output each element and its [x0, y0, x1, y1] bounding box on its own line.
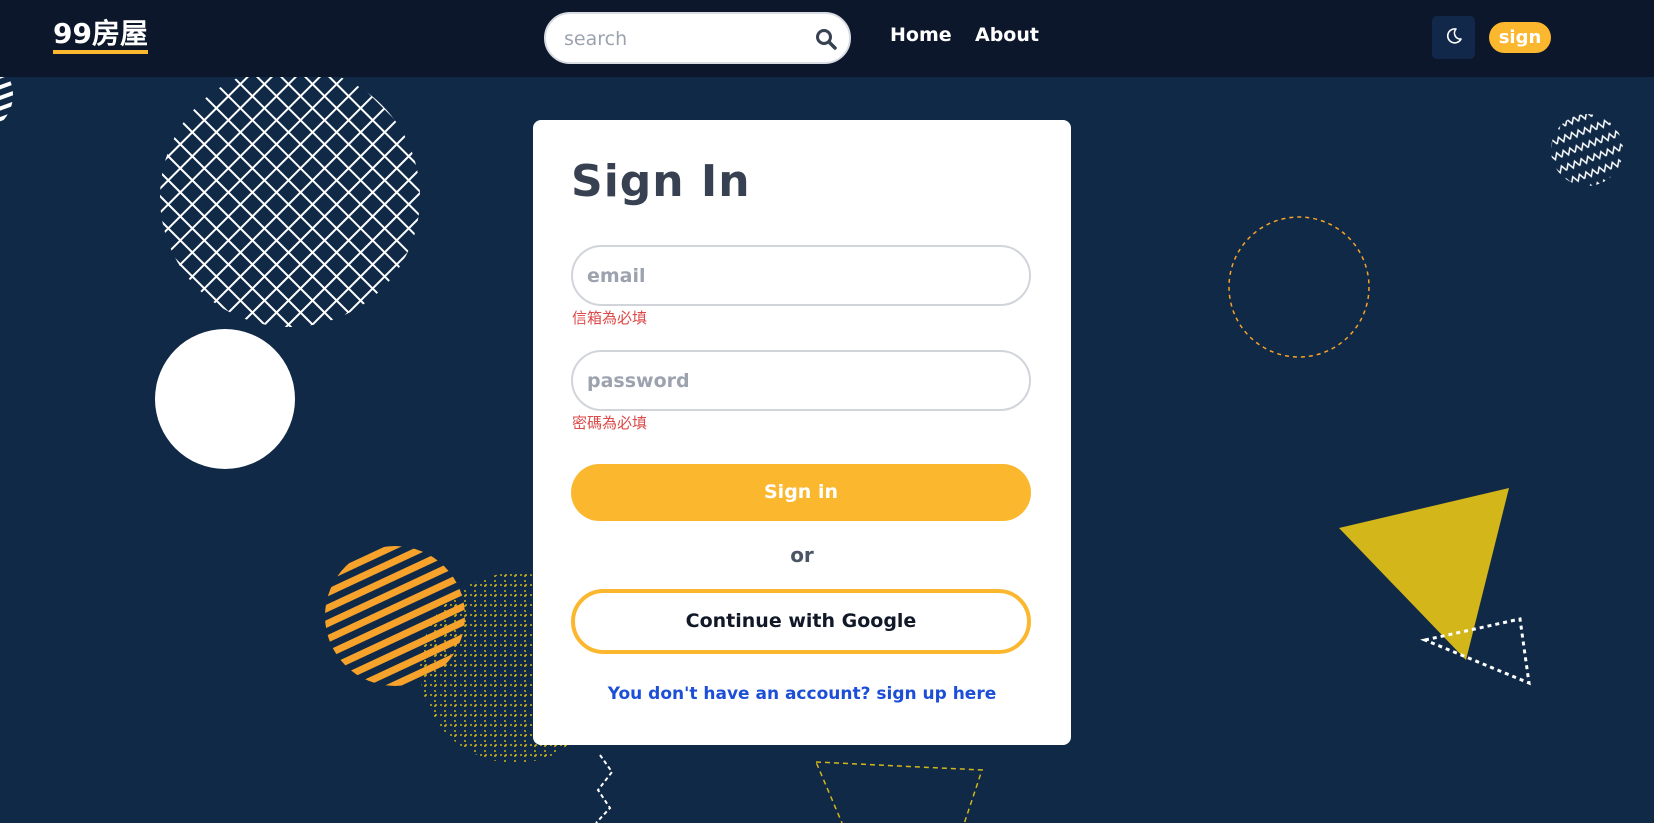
- yellow-triangle: [1339, 488, 1509, 660]
- sign-in-card: Sign In 信箱為必填 密碼為必填 Sign in or Continue …: [533, 120, 1071, 745]
- moon-icon: [1445, 27, 1463, 49]
- page-title: Sign In: [571, 156, 751, 207]
- orange-dashed-circle: [1228, 216, 1370, 358]
- search-box: [544, 12, 851, 64]
- email-field-wrapper: [571, 245, 1031, 306]
- cross-hatch-circle: [160, 67, 420, 327]
- password-field[interactable]: [587, 368, 1007, 394]
- email-error: 信箱為必填: [572, 309, 648, 327]
- orange-striped-circle: [325, 546, 465, 686]
- or-divider: or: [790, 543, 814, 567]
- nav-link-about[interactable]: About: [975, 24, 1039, 46]
- yellow-dashed-trapezoid: [814, 761, 984, 823]
- sign-in-button[interactable]: Sign in: [571, 464, 1031, 521]
- search-icon[interactable]: [813, 26, 839, 52]
- nav-link-home[interactable]: Home: [890, 24, 952, 46]
- email-field[interactable]: [587, 263, 1007, 289]
- theme-toggle-button[interactable]: [1432, 16, 1475, 59]
- white-zigzag-circle: [1551, 114, 1623, 186]
- google-sign-in-button[interactable]: Continue with Google: [571, 589, 1031, 654]
- navbar: 99房屋 Home About sign: [0, 0, 1654, 77]
- white-zigzag-line: [595, 754, 614, 823]
- site-logo[interactable]: 99房屋: [53, 18, 148, 54]
- password-error: 密碼為必填: [572, 414, 648, 432]
- sign-button[interactable]: sign: [1489, 22, 1551, 53]
- password-field-wrapper: [571, 350, 1031, 411]
- sign-up-link[interactable]: You don't have an account? sign up here: [533, 684, 1071, 704]
- white-circle: [155, 329, 295, 469]
- search-input[interactable]: [564, 26, 794, 52]
